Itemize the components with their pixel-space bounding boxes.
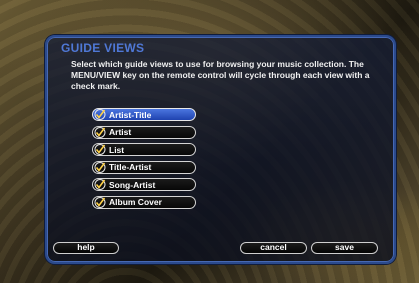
view-option-label: Song-Artist xyxy=(109,179,156,190)
view-option-title-artist[interactable]: Title-Artist xyxy=(92,160,196,174)
guide-view-list: Artist-Title Artist List Title-Artist So… xyxy=(92,108,196,213)
screen: { "dialog": { "title": "GUIDE VIEWS", "d… xyxy=(0,0,419,283)
view-option-artist-title[interactable]: Artist-Title xyxy=(92,108,196,121)
view-option-label: List xyxy=(109,144,125,155)
dialog-description: Select which guide views to use for brow… xyxy=(71,59,370,91)
cancel-button[interactable]: cancel xyxy=(240,242,307,254)
view-option-label: Title-Artist xyxy=(109,162,152,172)
view-option-list[interactable]: List xyxy=(92,143,196,156)
dialog-title: GUIDE VIEWS xyxy=(61,41,145,55)
view-option-label: Album Cover xyxy=(109,197,162,207)
help-button[interactable]: help xyxy=(53,242,119,254)
view-option-artist[interactable]: Artist xyxy=(92,125,196,139)
view-option-label: Artist-Title xyxy=(109,109,152,120)
check-mark-icon xyxy=(94,196,106,208)
view-option-album-cover[interactable]: Album Cover xyxy=(92,195,196,209)
check-mark-icon xyxy=(94,161,106,173)
view-option-label: Artist xyxy=(109,127,132,137)
check-mark-icon xyxy=(94,109,106,120)
check-mark-icon xyxy=(94,126,106,138)
check-mark-icon xyxy=(94,179,106,190)
check-mark-icon xyxy=(94,144,106,155)
save-button[interactable]: save xyxy=(311,242,378,254)
view-option-song-artist[interactable]: Song-Artist xyxy=(92,178,196,191)
